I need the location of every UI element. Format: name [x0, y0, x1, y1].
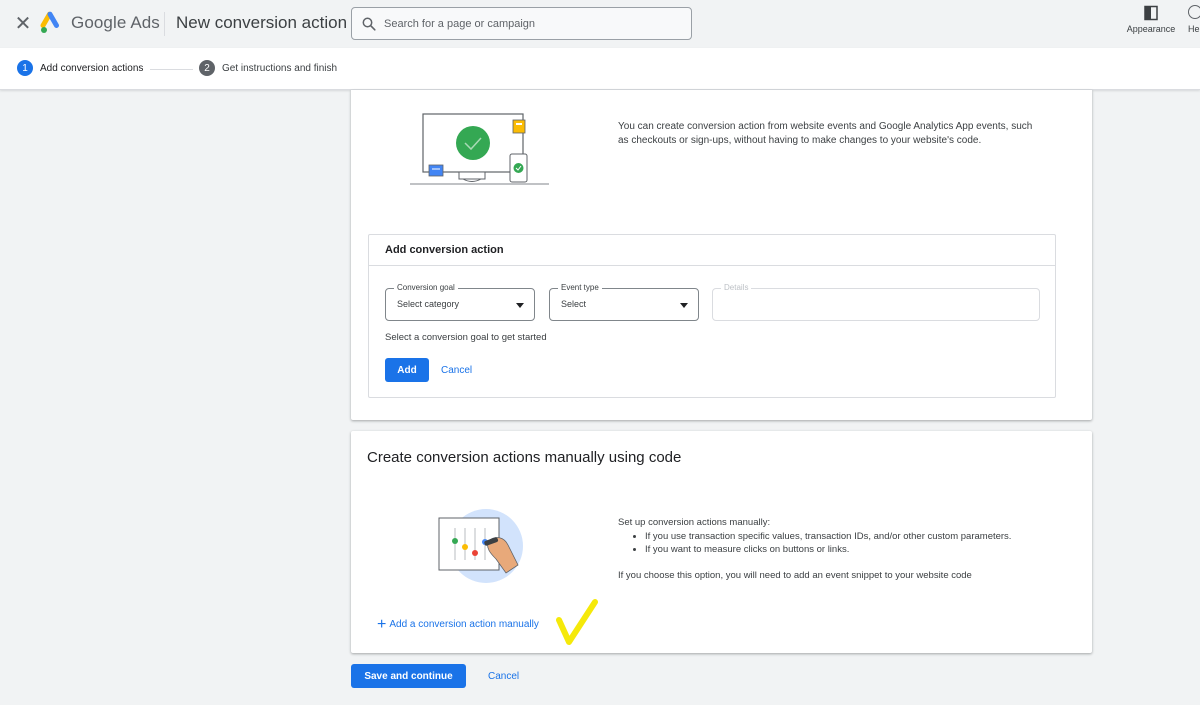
manual-bullets: If you use transaction specific values, … — [645, 530, 1058, 557]
step-1-label: Add conversion actions — [40, 62, 144, 74]
event-type-label: Event type — [558, 283, 602, 292]
google-ads-logo — [40, 11, 59, 33]
plus-icon: + — [377, 615, 387, 633]
step-1-number: 1 — [17, 60, 33, 76]
conversion-goal-label: Conversion goal — [394, 283, 458, 292]
manual-note: If you choose this option, you will need… — [618, 569, 972, 581]
add-conversion-panel: Add conversion action Conversion goal Se… — [368, 234, 1056, 398]
panel-title: Add conversion action — [369, 235, 1055, 266]
manual-code-card: Create conversion actions manually using… — [351, 431, 1092, 653]
list-item: If you use transaction specific values, … — [645, 530, 1058, 544]
add-manual-label: Add a conversion action manually — [389, 619, 539, 630]
search-box[interactable] — [351, 7, 692, 40]
help-icon — [1188, 5, 1200, 19]
details-field: Details — [712, 283, 1040, 321]
events-description: You can create conversion action from we… — [618, 121, 1033, 146]
event-type-value: Select — [561, 299, 587, 309]
conversion-goal-select[interactable]: Conversion goal Select category — [385, 283, 535, 321]
conversion-goal-value: Select category — [397, 299, 460, 309]
page-title: New conversion action — [176, 13, 348, 32]
step-1[interactable]: 1 Add conversion actions — [17, 60, 143, 76]
list-item: If you want to measure clicks on buttons… — [645, 543, 1058, 557]
header-divider — [164, 12, 165, 36]
cancel-link[interactable]: Cancel — [441, 365, 472, 376]
search-input[interactable] — [384, 17, 674, 30]
website-events-card: You can create conversion action from we… — [351, 90, 1092, 420]
appearance-icon — [1144, 5, 1158, 21]
manual-card-title: Create conversion actions manually using… — [367, 449, 682, 466]
help-button[interactable]: He — [1188, 5, 1200, 34]
dropdown-arrow-icon — [516, 303, 524, 308]
close-icon[interactable]: ✕ — [12, 12, 34, 35]
step-2-label: Get instructions and finish — [222, 62, 338, 74]
dropdown-arrow-icon — [680, 303, 688, 308]
manual-description: Set up conversion actions manually: If y… — [618, 516, 1058, 582]
step-2-number: 2 — [199, 60, 215, 76]
help-label: He — [1188, 24, 1200, 34]
save-and-continue-button[interactable]: Save and continue — [351, 664, 466, 688]
footer-cancel-link[interactable]: Cancel — [488, 671, 519, 682]
brand-google: Google — [71, 13, 127, 32]
devices-checkmark-illustration — [410, 113, 549, 185]
brand-ads: Ads — [130, 13, 160, 32]
annotation-checkmark-icon — [556, 599, 598, 645]
manual-intro: Set up conversion actions manually: — [618, 517, 771, 528]
add-button[interactable]: Add — [385, 358, 429, 382]
appearance-label: Appearance — [1126, 24, 1176, 34]
event-type-select[interactable]: Event type Select — [549, 283, 699, 321]
code-snippet-illustration — [438, 509, 523, 583]
step-2[interactable]: 2 Get instructions and finish — [199, 60, 337, 76]
top-bar: ✕ Google Ads New conversion action Appea… — [0, 0, 1200, 48]
step-connector — [150, 69, 193, 70]
details-label: Details — [721, 283, 752, 292]
stepper: 1 Add conversion actions 2 Get instructi… — [0, 48, 1200, 90]
search-icon — [362, 17, 376, 31]
add-manual-conversion-link[interactable]: + Add a conversion action manually — [377, 615, 539, 633]
appearance-button[interactable]: Appearance — [1122, 5, 1180, 34]
goal-hint: Select a conversion goal to get started — [385, 332, 547, 343]
brand-name: Google Ads — [71, 13, 160, 33]
